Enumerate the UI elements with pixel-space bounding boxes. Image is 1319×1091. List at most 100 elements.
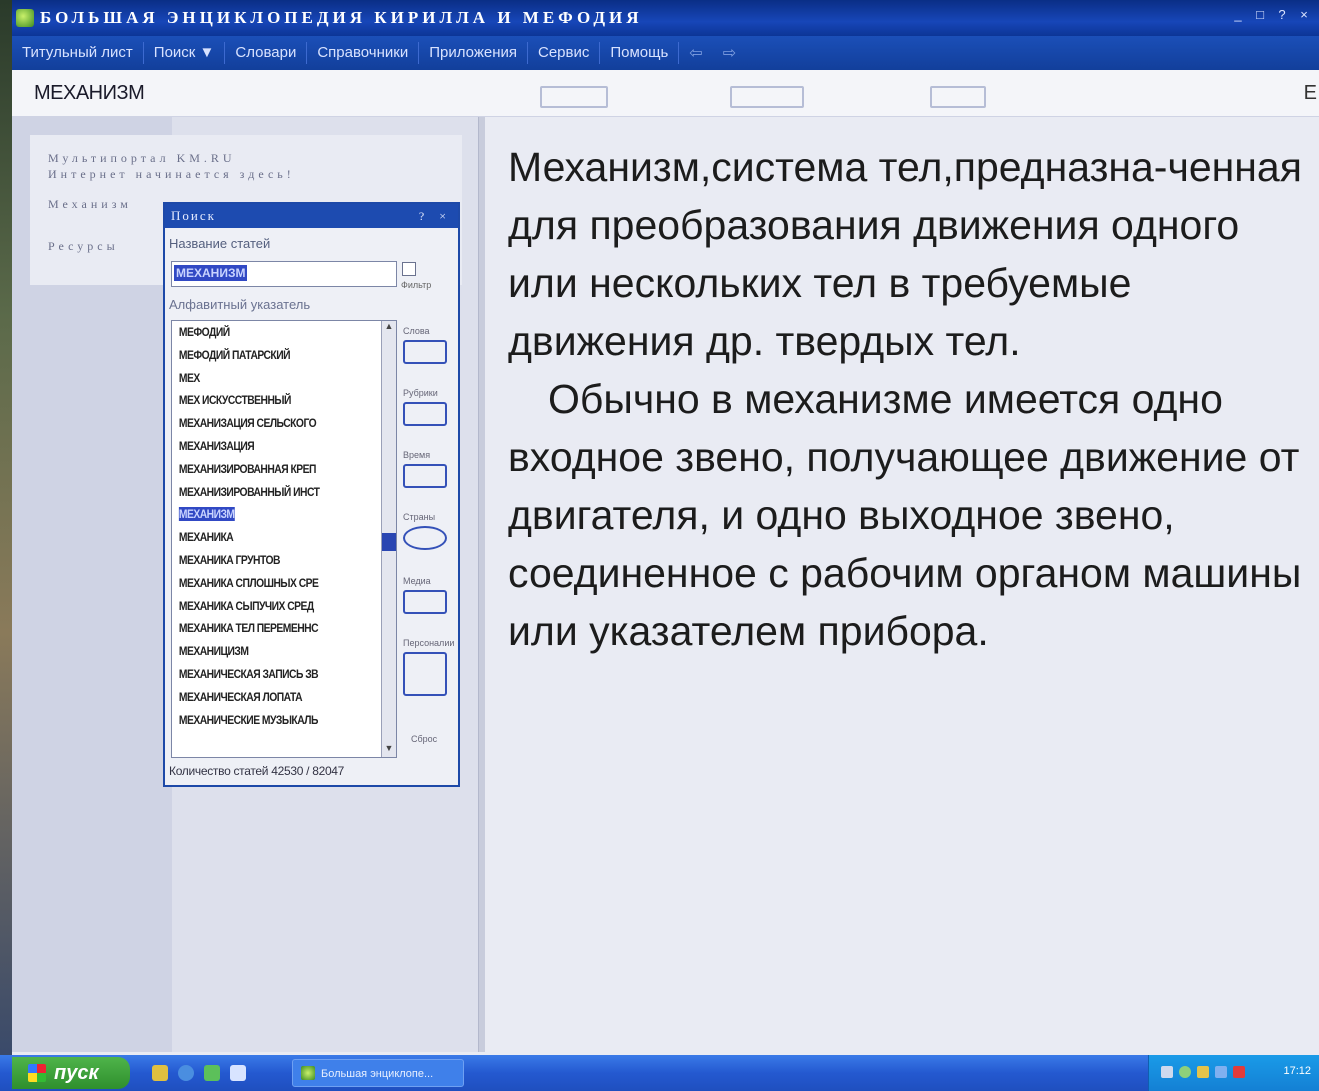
side-button-label: Медиа xyxy=(403,576,431,586)
side-button-rubrics[interactable]: Рубрики xyxy=(403,388,455,438)
list-item[interactable]: МЕХАНИЗАЦИЯ СЕЛЬСКОГО xyxy=(172,412,365,435)
start-button[interactable]: пуск xyxy=(12,1057,130,1089)
words-icon xyxy=(403,340,447,364)
side-button-label: Слова xyxy=(403,326,430,336)
globe-icon xyxy=(403,526,447,550)
search-input[interactable]: МЕХАНИЗМ xyxy=(171,261,397,287)
list-item-label: МЕХАНИЗМ xyxy=(178,507,235,522)
scroll-up-icon[interactable]: ▲ xyxy=(382,321,396,335)
filter-label: Фильтр xyxy=(401,280,432,290)
index-list[interactable]: МЕФОДИЙ МЕФОДИЙ ПАТАРСКИЙ МЕХ МЕХ ИСКУССТВЕ… xyxy=(171,320,397,758)
minimize-button[interactable]: _ xyxy=(1229,6,1247,24)
window-title: БОЛЬШАЯ ЭНЦИКЛОПЕДИЯ КИРИЛЛА И МЕФОДИЯ xyxy=(40,8,643,27)
browser-icon[interactable] xyxy=(178,1065,194,1081)
menu-service[interactable]: Сервис xyxy=(528,42,601,64)
menu-title-page[interactable]: Титульный лист xyxy=(12,42,144,64)
side-button-media[interactable]: Медиа xyxy=(403,576,455,626)
tray-icon[interactable] xyxy=(1215,1066,1227,1078)
promo-line[interactable]: Интернет начинается здесь! xyxy=(48,167,295,182)
back-arrow-icon[interactable]: ⇦ xyxy=(679,43,712,63)
alphabet-index-label: Алфавитный указатель xyxy=(169,297,311,312)
list-item-label: МЕХАНИЗАЦИЯ xyxy=(178,438,255,453)
list-item-label: МЕХАНИЧЕСКИЕ МУЗЫКАЛЬ xyxy=(178,712,319,727)
list-item[interactable]: МЕХАНИКА СЫПУЧИХ СРЕД xyxy=(172,595,365,618)
window-titlebar: БОЛЬШАЯ ЭНЦИКЛОПЕДИЯ КИРИЛЛА И МЕФОДИЯ _… xyxy=(12,0,1319,36)
list-item[interactable]: МЕХАНИЧЕСКАЯ ЛОПАТА xyxy=(172,686,365,709)
list-item[interactable]: МЕХАНИЗМ xyxy=(172,503,365,526)
list-item-label: МЕХАНИКА СПЛОШНЫХ СРЕ xyxy=(178,575,319,590)
list-item[interactable]: МЕХАНИЦИЗМ xyxy=(172,640,365,663)
scroll-down-icon[interactable]: ▼ xyxy=(382,743,396,757)
list-view-icon[interactable] xyxy=(540,86,608,108)
list-item-label: МЕХ xyxy=(178,370,200,385)
scroll-thumb[interactable] xyxy=(382,533,396,551)
list-item[interactable]: МЕХАНИКА ТЕЛ ПЕРЕМЕННС xyxy=(172,617,365,640)
list-item[interactable]: МЕФОДИЙ ПАТАРСКИЙ xyxy=(172,344,365,367)
side-button-label: Сброс xyxy=(411,734,438,744)
search-panel-titlebar: Поиск ? × xyxy=(165,204,458,228)
maximize-button[interactable]: □ xyxy=(1251,6,1269,24)
tray-icon[interactable] xyxy=(1161,1066,1173,1078)
start-label: пуск xyxy=(54,1062,99,1084)
print-icon[interactable] xyxy=(730,86,804,108)
list-item[interactable]: МЕХ ИСКУССТВЕННЫЙ xyxy=(172,389,365,412)
close-button[interactable]: × xyxy=(1295,6,1313,24)
side-button-reset[interactable]: Сброс xyxy=(403,734,455,754)
taskbar: пуск Большая энциклопе... 17:12 xyxy=(0,1055,1319,1091)
rubrics-icon xyxy=(403,402,447,426)
media-icon xyxy=(403,590,447,614)
promo-line[interactable]: Мультипортал KM.RU xyxy=(48,151,236,166)
side-button-label: Персоналии xyxy=(403,638,455,648)
menu-appendices[interactable]: Приложения xyxy=(419,42,528,64)
list-scrollbar[interactable]: ▲ ▼ xyxy=(381,321,396,757)
search-panel-controls[interactable]: ? × xyxy=(419,204,452,228)
list-item-label: МЕХАНИКА ТЕЛ ПЕРЕМЕННС xyxy=(178,621,319,636)
search-panel-title: Поиск xyxy=(171,208,216,223)
time-icon xyxy=(403,464,447,488)
tray-icon[interactable] xyxy=(1179,1066,1191,1078)
bookmark-icon[interactable] xyxy=(930,86,986,108)
taskbar-window-label: Большая энциклопе... xyxy=(321,1068,434,1080)
list-item-label: МЕХАНИЧЕСКАЯ ЛОПАТА xyxy=(178,689,303,704)
tray-icon[interactable] xyxy=(1197,1066,1209,1078)
filter-checkbox[interactable] xyxy=(402,262,416,276)
promo-line[interactable]: Механизм xyxy=(48,197,132,212)
list-item[interactable]: МЕХ xyxy=(172,367,365,390)
taskbar-window-button[interactable]: Большая энциклопе... xyxy=(292,1059,464,1087)
article-paragraph: Обычно в механизме имеется одно входное … xyxy=(508,376,1302,654)
forward-arrow-icon[interactable]: ⇨ xyxy=(713,43,746,63)
antivirus-icon[interactable] xyxy=(1233,1066,1245,1078)
list-item[interactable]: МЕХАНИКА СПЛОШНЫХ СРЕ xyxy=(172,572,365,595)
article-name-label: Название статей xyxy=(169,236,271,251)
help-button[interactable]: ? xyxy=(1273,6,1291,24)
list-item-label: МЕХАНИЗИРОВАННАЯ КРЕП xyxy=(178,461,317,476)
menu-dictionaries[interactable]: Словари xyxy=(225,42,308,64)
menu-help[interactable]: Помощь xyxy=(600,42,680,64)
promo-line[interactable]: Ресурсы xyxy=(48,239,119,254)
clock: 17:12 xyxy=(1283,1065,1311,1077)
side-button-words[interactable]: Слова xyxy=(403,326,455,376)
side-button-persons[interactable]: Персоналии xyxy=(403,638,455,718)
list-item-label: МЕХАНИКА ГРУНТОВ xyxy=(178,552,281,567)
list-item[interactable]: МЕХАНИЗАЦИЯ xyxy=(172,435,365,458)
system-tray: 17:12 xyxy=(1148,1055,1319,1091)
quicklaunch-icon[interactable] xyxy=(152,1065,168,1081)
header-right-letter: Е xyxy=(1303,82,1317,104)
list-item[interactable]: МЕФОДИЙ xyxy=(172,321,365,344)
pane-splitter[interactable] xyxy=(478,117,485,1052)
quicklaunch-icon[interactable] xyxy=(204,1065,220,1081)
list-item-label: МЕХ ИСКУССТВЕННЫЙ xyxy=(178,393,292,408)
list-item[interactable]: МЕХАНИЧЕСКИЕ МУЗЫКАЛЬ xyxy=(172,709,365,732)
desktop-icon[interactable] xyxy=(230,1065,246,1081)
list-item[interactable]: МЕХАНИКА xyxy=(172,526,365,549)
list-item[interactable]: МЕХАНИЗИРОВАННЫЙ ИНСТ xyxy=(172,481,365,504)
menu-search[interactable]: Поиск ▼ xyxy=(144,42,226,64)
list-item[interactable]: МЕХАНИЧЕСКАЯ ЗАПИСЬ ЗВ xyxy=(172,663,365,686)
side-button-time[interactable]: Время xyxy=(403,450,455,500)
list-item[interactable]: МЕХАНИКА ГРУНТОВ xyxy=(172,549,365,572)
app-icon xyxy=(301,1066,315,1080)
side-button-countries[interactable]: Страны xyxy=(403,512,455,562)
menu-reference[interactable]: Справочники xyxy=(307,42,420,64)
list-item[interactable]: МЕХАНИЗИРОВАННАЯ КРЕП xyxy=(172,458,365,481)
article-body: Механизм,система тел,предназна-ченная дл… xyxy=(508,138,1308,660)
